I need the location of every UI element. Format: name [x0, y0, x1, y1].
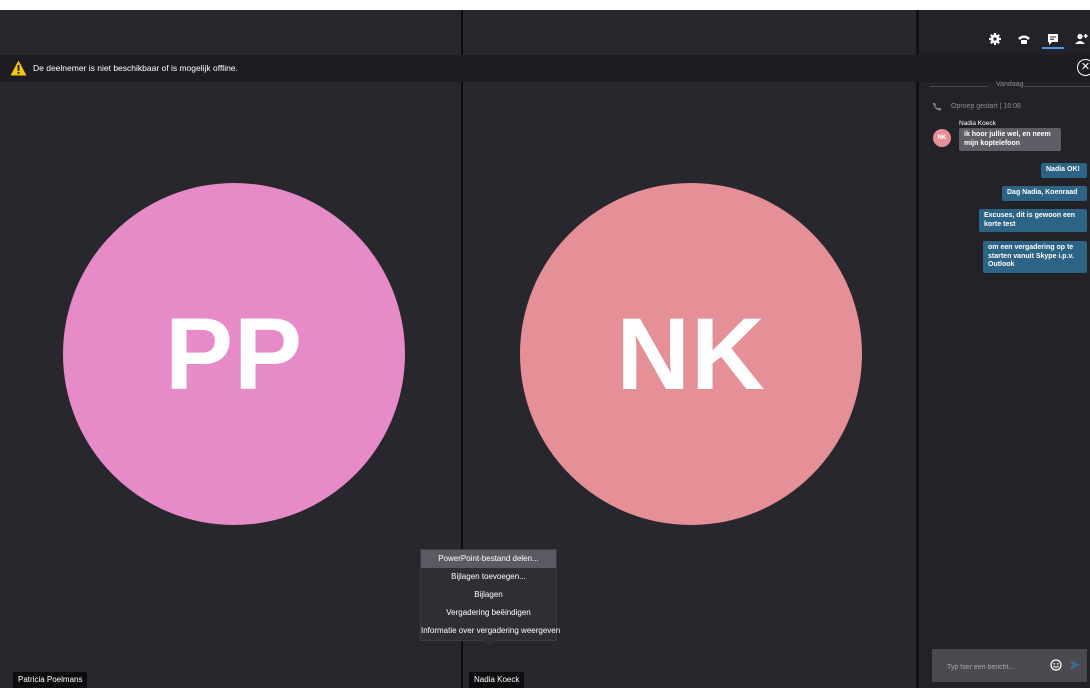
active-tab-indicator	[1042, 47, 1064, 49]
date-separator-label: Vandaag	[996, 81, 1024, 88]
close-icon: ✕	[1080, 61, 1090, 73]
call-status-text: Oproep gestart | 16:08	[951, 103, 1021, 110]
phone-call-icon	[933, 103, 941, 111]
date-separator: Vandaag	[930, 81, 1090, 91]
offline-warning-banner: De deelnemer is niet beschikbaar of is m…	[0, 55, 1090, 82]
message-sender-name: Nadia Koeck	[959, 120, 996, 127]
warning-icon	[10, 60, 27, 76]
avatar-initials: PP	[164, 296, 304, 411]
close-banner-button[interactable]: ✕	[1077, 59, 1090, 76]
participant-name-tag: Nadia Koeck	[469, 672, 525, 688]
chat-panel	[919, 10, 1090, 688]
menu-item-share-powerpoint[interactable]: PowerPoint-bestand delen...	[421, 550, 556, 568]
menu-pointer	[483, 640, 495, 646]
gear-icon[interactable]	[988, 32, 1002, 46]
participants-icon[interactable]	[1074, 32, 1088, 46]
chat-message-incoming[interactable]: ik hoor jullie wel, en neem mijn koptele…	[959, 128, 1061, 151]
participant-avatar-nk[interactable]: NK	[520, 183, 862, 525]
message-input[interactable]	[945, 659, 1054, 675]
separator-line	[1024, 86, 1090, 87]
phone-icon[interactable]	[1017, 32, 1031, 46]
participant-name-tag: Patricia Poelmans	[13, 672, 88, 688]
banner-message: De deelnemer is niet beschikbaar of is m…	[33, 63, 238, 73]
menu-item-end-meeting[interactable]: Vergadering beëindigen	[421, 604, 556, 622]
menu-item-attachments[interactable]: Bijlagen	[421, 586, 556, 604]
avatar-initials: NK	[616, 296, 766, 411]
emoji-icon[interactable]	[1050, 659, 1062, 671]
send-icon[interactable]	[1070, 660, 1080, 670]
chat-message-outgoing[interactable]: Excuses, dit is gewoon een korte test	[979, 209, 1087, 232]
chat-message-outgoing[interactable]: om een vergadering op te starten vanuit …	[983, 241, 1087, 273]
chat-message-outgoing[interactable]: Nadia OK!	[1041, 163, 1087, 178]
meeting-options-menu: PowerPoint-bestand delen... Bijlagen toe…	[420, 549, 560, 641]
message-composer	[932, 649, 1087, 682]
separator-line	[930, 86, 988, 87]
window-top-edge	[0, 0, 1090, 10]
chat-icon[interactable]	[1046, 32, 1060, 46]
sender-avatar[interactable]: NK	[933, 129, 951, 147]
menu-item-meeting-info[interactable]: Informatie over vergadering weergeven	[421, 622, 560, 640]
chat-message-outgoing[interactable]: Dag Nadia, Koenraad	[1002, 186, 1087, 201]
menu-item-add-attachments[interactable]: Bijlagen toevoegen...	[421, 568, 556, 586]
participant-avatar-pp[interactable]: PP	[63, 183, 405, 525]
